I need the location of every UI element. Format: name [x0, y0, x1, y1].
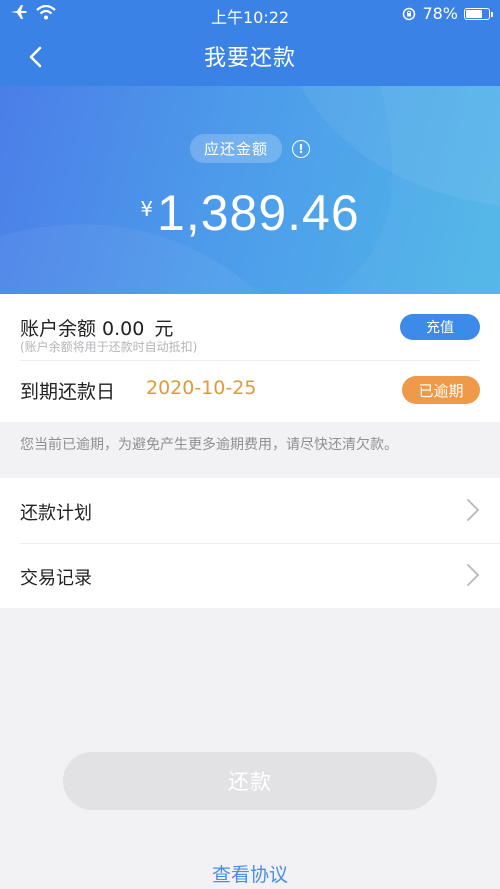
menu-list: 还款计划 交易记录: [0, 478, 500, 608]
balance-note: (账户余额将用于还款时自动抵扣): [20, 340, 198, 354]
view-agreement-link[interactable]: 查看协议: [0, 860, 500, 887]
nav-bar: 我要还款: [0, 28, 500, 86]
recharge-button[interactable]: 充值: [400, 314, 480, 340]
amount-row: ¥1,389.46: [0, 184, 500, 242]
repay-button[interactable]: 还款: [63, 752, 437, 810]
menu-item-label: 还款计划: [20, 503, 92, 524]
overdue-warning-text: 您当前已逾期，为避免产生更多逾期费用，请尽快还清欠款。: [20, 437, 398, 453]
divider: [20, 360, 480, 361]
account-card: 账户余额 0.00 元 (账户余额将用于还款时自动抵扣) 充值 到期还款日 2020…: [0, 294, 500, 422]
chevron-right-icon: [467, 564, 480, 586]
balance-unit: 元: [154, 318, 174, 340]
amount-due-value: 1,389.46: [157, 185, 360, 241]
header-area: 上午10:22 78% 我要还款: [0, 0, 500, 86]
due-label-row: 应还金额 !: [0, 134, 500, 163]
due-date-label: 到期还款日: [20, 381, 116, 403]
due-amount-label: 应还金额: [189, 134, 282, 163]
menu-item-transaction-records[interactable]: 交易记录: [0, 543, 500, 608]
currency-symbol: ¥: [140, 197, 154, 221]
chevron-right-icon: [467, 499, 480, 521]
due-date-value: 2020-10-25: [146, 377, 257, 399]
rotation-lock-icon: [403, 7, 416, 20]
menu-item-label: 交易记录: [20, 568, 92, 589]
amount-due-panel: 应还金额 ! ¥1,389.46: [0, 86, 500, 294]
repayment-screen: 上午10:22 78% 我要还款 应还金额 ! ¥1,389.46 账户余额 0…: [0, 0, 500, 889]
page-title: 我要还款: [203, 46, 296, 71]
battery-fill: [466, 9, 483, 18]
status-right-group: 78%: [402, 4, 493, 23]
battery-percent: 78%: [422, 4, 458, 23]
battery-icon: [464, 7, 493, 20]
overdue-badge: 已逾期: [402, 376, 480, 404]
status-bar: 上午10:22 78%: [0, 0, 500, 28]
balance-label: 账户余额: [20, 318, 97, 340]
info-icon[interactable]: !: [292, 139, 310, 158]
balance-value: 0.00: [102, 318, 145, 340]
menu-item-repayment-plan[interactable]: 还款计划: [0, 478, 500, 544]
balance-row: 账户余额 0.00 元: [20, 314, 173, 341]
